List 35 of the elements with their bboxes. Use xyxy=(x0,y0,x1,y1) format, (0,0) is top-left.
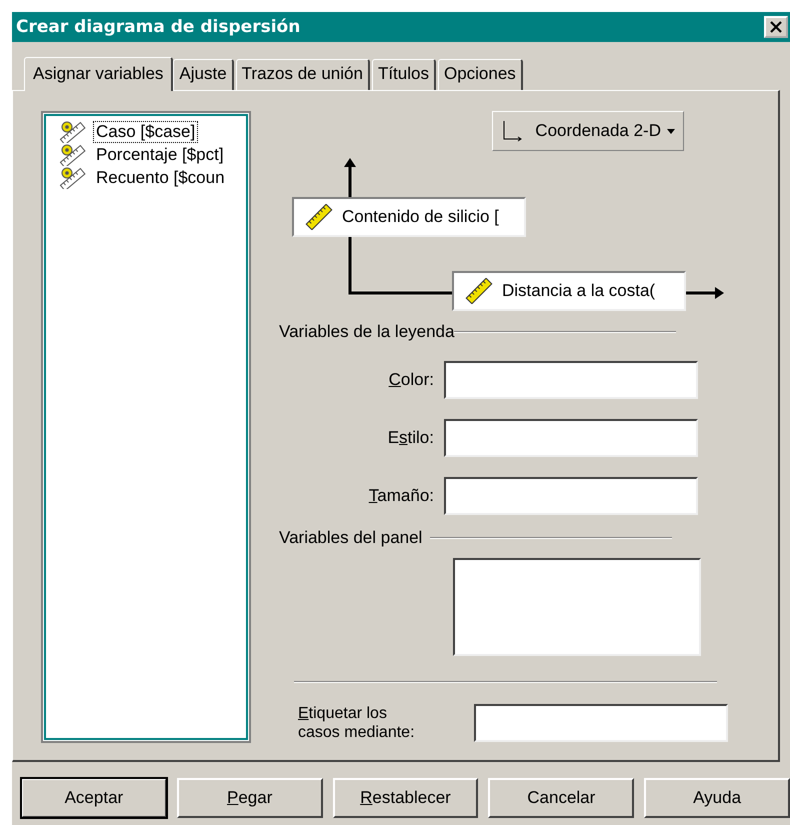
input-field[interactable] xyxy=(474,704,728,742)
tab[interactable]: Títulos xyxy=(372,59,436,90)
panel-variable-list[interactable] xyxy=(453,558,701,656)
variable-item[interactable]: Recuento [$coun xyxy=(93,166,228,188)
field-label: Color: xyxy=(388,370,435,390)
y-axis-arrow xyxy=(344,158,356,197)
dialog-button[interactable]: Restablecer xyxy=(332,778,478,818)
input-field[interactable] xyxy=(444,477,698,515)
dialog-button[interactable]: Aceptar xyxy=(21,778,167,818)
x-axis-arrow xyxy=(686,287,724,299)
window-title: Crear diagrama de dispersión xyxy=(16,17,300,37)
input-field[interactable] xyxy=(444,361,698,399)
tab[interactable]: Asignar variables xyxy=(24,57,174,91)
close-icon xyxy=(769,21,783,33)
close-button[interactable] xyxy=(764,16,788,38)
tab[interactable]: Trazos de unión xyxy=(236,59,370,90)
caret-icon xyxy=(667,128,675,134)
variable-list[interactable]: Caso [$case] Porcentaje [$pct] Recuento [$coun xyxy=(41,111,251,743)
variable-item[interactable]: Caso [$case] xyxy=(93,120,198,142)
axes-icon xyxy=(501,120,523,142)
dialog-button[interactable]: Pegar xyxy=(176,778,323,818)
tab[interactable]: Opciones xyxy=(438,59,523,90)
x-axis-field[interactable]: Distancia a la costa( xyxy=(452,271,686,311)
variable-item[interactable]: Porcentaje [$pct] xyxy=(93,144,227,166)
y-axis-field[interactable]: Contenido de silicio [ xyxy=(292,197,526,237)
field-label: Tamaño: xyxy=(368,486,435,506)
tab[interactable]: Ajuste xyxy=(173,59,234,90)
field-label: Estilo: xyxy=(386,428,435,448)
input-field[interactable] xyxy=(444,419,698,457)
group-title: Variables del panel xyxy=(279,528,422,548)
field-label: Etiquetar los casos mediante: xyxy=(298,704,416,742)
coordinate-dropdown[interactable]: Coordenada 2-D xyxy=(492,111,684,151)
group-title: Variables de la leyenda xyxy=(279,322,454,342)
dialog-button[interactable]: Cancelar xyxy=(488,778,634,818)
dialog-button[interactable]: Ayuda xyxy=(644,778,790,818)
